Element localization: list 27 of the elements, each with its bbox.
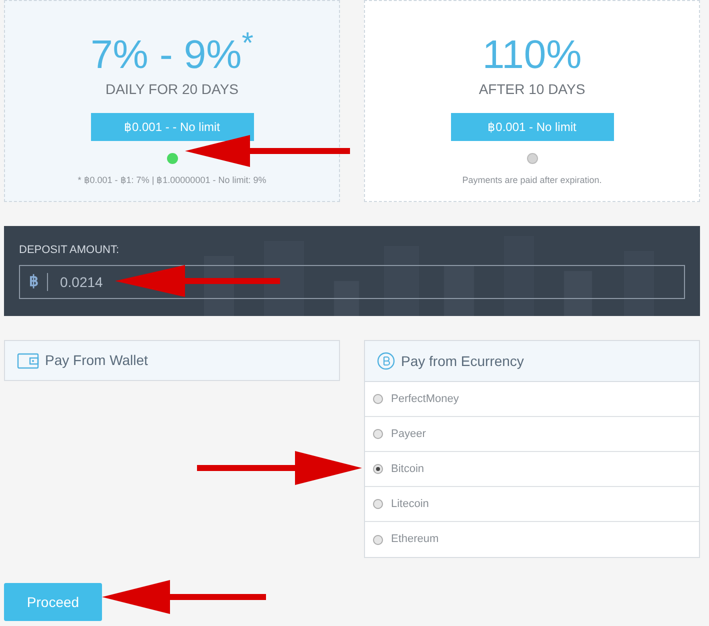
plan-card[interactable]: 7% - 9%$^{*}$ DAILY FOR 20 DAYS ฿0.001 - - No limit * ฿0.001 - ฿1: 7% | ฿1.00000001 - No limit: 9% (4, 0, 340, 202)
wallet-title: Pay From Wallet (45, 351, 148, 370)
radio-button[interactable] (373, 429, 383, 439)
plan-rate: 110% (482, 32, 582, 79)
payment-option[interactable]: Litecoin (365, 487, 699, 522)
radio-button[interactable] (373, 464, 383, 474)
payment-option[interactable]: Payeer (365, 417, 699, 452)
ecurrency-title: Pay from Ecurrency (401, 352, 524, 371)
plan-range-badge: ฿0.001 - No limit (450, 113, 614, 141)
payment-option[interactable]: Bitcoin (365, 452, 699, 487)
plan-note: * ฿0.001 - ฿1: 7% | ฿1.00000001 - No limit: 9% (78, 174, 266, 187)
deposit-label: DEPOSIT AMOUNT: (19, 243, 120, 258)
payment-option[interactable]: PerfectMoney (365, 382, 699, 417)
radio-button[interactable] (373, 394, 383, 404)
payment-option[interactable]: Ethereum (365, 522, 699, 557)
plan-card[interactable]: 110% AFTER 10 DAYS ฿0.001 - No limit Payments are paid after expiration. (364, 0, 700, 202)
coin-icon (377, 352, 395, 370)
plan-note: Payments are paid after expiration. (462, 174, 602, 187)
plan-rate: 7% - 9%$^{*}$ (90, 31, 254, 79)
radio-button[interactable] (373, 499, 383, 509)
plan-term: DAILY FOR 20 DAYS (105, 80, 239, 99)
proceed-button[interactable]: Proceed (4, 583, 102, 621)
wallet-panel[interactable]: Pay From Wallet (4, 340, 340, 381)
radio-button[interactable] (373, 534, 383, 544)
wallet-icon (17, 352, 39, 368)
plan-range-badge: ฿0.001 - - No limit (90, 113, 254, 141)
plan-term: AFTER 10 DAYS (478, 80, 586, 99)
